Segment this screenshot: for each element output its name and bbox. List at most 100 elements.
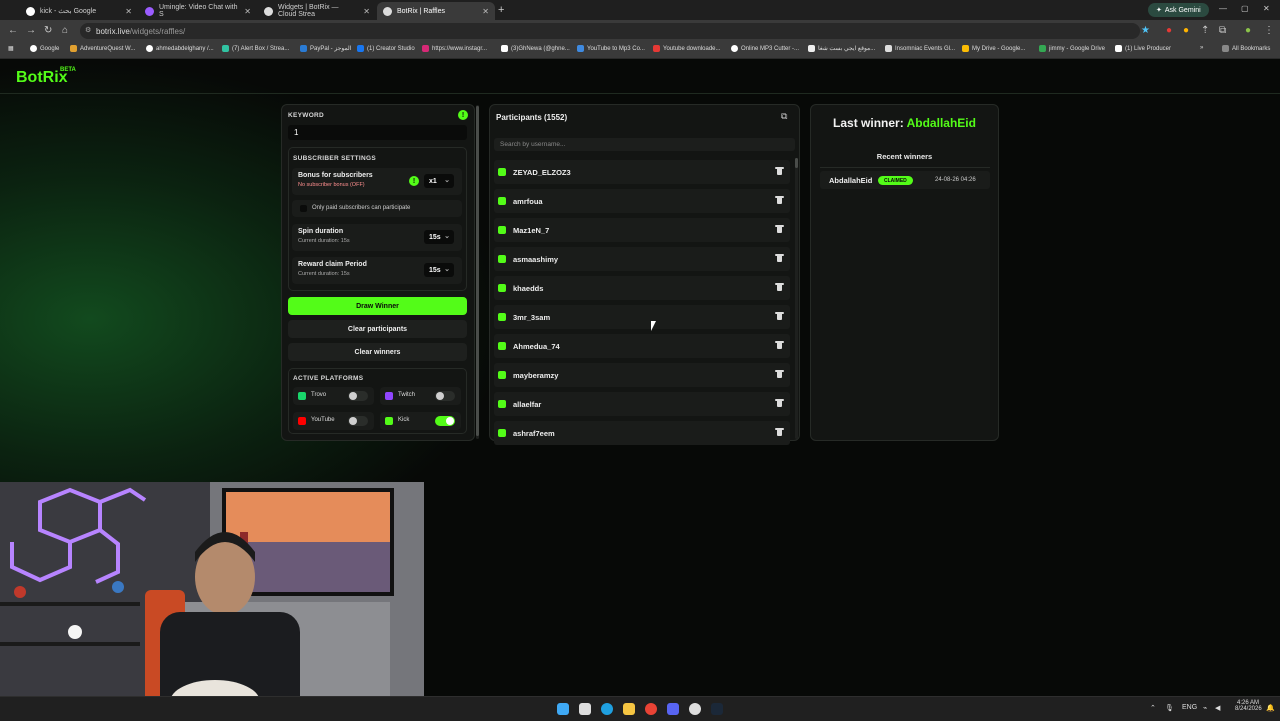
apps-icon[interactable]: ▦ [8, 45, 14, 52]
keyword-input[interactable]: 1 [288, 125, 467, 140]
copy-icon[interactable]: ⧉ [781, 111, 787, 122]
bookmark-item[interactable]: Youtube downloade... [653, 45, 721, 52]
botrix-logo[interactable]: BotRix BETA [16, 67, 76, 87]
bookmark-item[interactable]: Google [30, 45, 59, 52]
more-bookmarks-icon[interactable]: » [1200, 45, 1203, 51]
task-view-icon[interactable] [579, 703, 591, 715]
tab-raffles[interactable]: BotRix | Raffles ✕ [377, 2, 495, 20]
bookmark-item[interactable]: (1) Creator Studio [357, 45, 415, 52]
participant-row[interactable]: ashraf7eem [494, 421, 790, 445]
extensions-puzzle-icon[interactable]: ⧉ [1219, 25, 1226, 36]
new-tab-icon[interactable]: + [498, 4, 504, 16]
bookmark-item[interactable]: (3)GhNewa (@ghne... [501, 45, 570, 52]
bookmark-item[interactable]: Insomniac Events Gl... [885, 45, 955, 52]
close-icon[interactable]: ✕ [125, 7, 132, 16]
window-close-icon[interactable]: ✕ [1263, 4, 1270, 13]
participant-row[interactable]: allaelfar [494, 392, 790, 416]
bookmark-item[interactable]: jimmy - Google Drive [1039, 45, 1105, 52]
edge-icon[interactable] [601, 703, 613, 715]
site-info-icon[interactable]: ⚙ [85, 26, 91, 34]
kick-toggle[interactable] [435, 416, 455, 426]
trash-icon[interactable] [775, 399, 784, 408]
close-icon[interactable]: ✕ [482, 7, 489, 16]
chrome-icon[interactable] [645, 703, 657, 715]
participant-row[interactable]: amrfoua [494, 189, 790, 213]
tab-uminglе[interactable]: Uminglе: Video Chat with S ✕ [139, 2, 257, 20]
trash-icon[interactable] [775, 167, 784, 176]
bookmark-item[interactable]: (1) Live Producer [1115, 45, 1171, 52]
bookmark-item[interactable]: ahmedabdelghany /... [146, 45, 214, 52]
home-icon[interactable]: ⌂ [62, 25, 68, 36]
trash-icon[interactable] [775, 370, 784, 379]
participant-search-input[interactable]: Search by username... [494, 138, 795, 151]
info-icon[interactable]: ! [409, 176, 419, 186]
volume-icon[interactable]: ◀ [1215, 704, 1220, 712]
tray-chevron-icon[interactable]: ⌃ [1150, 704, 1156, 712]
trash-icon[interactable] [775, 254, 784, 263]
tab-kick-search[interactable]: kick - بحث Google ✕ [20, 2, 138, 20]
bookmark-star-icon[interactable]: ★ [1141, 25, 1150, 36]
profile-avatar[interactable]: ● [1245, 25, 1251, 36]
minimize-icon[interactable]: — [1219, 4, 1227, 13]
discord-icon[interactable] [667, 703, 679, 715]
participants-scrollbar-thumb[interactable] [795, 158, 798, 168]
file-explorer-icon[interactable] [623, 703, 635, 715]
settings-scrollbar-thumb[interactable] [476, 106, 479, 436]
menu-icon[interactable]: ⋮ [1264, 25, 1274, 36]
maximize-icon[interactable]: ▢ [1241, 4, 1249, 13]
participant-row[interactable]: ZEYAD_ELZOZ3 [494, 160, 790, 184]
info-icon[interactable]: ! [458, 110, 468, 120]
spin-duration-select[interactable]: 15s ⌄ [424, 230, 454, 244]
close-icon[interactable]: ✕ [244, 7, 251, 16]
trash-icon[interactable] [775, 196, 784, 205]
tab-widgets[interactable]: Widgets | BotRix — Cloud Strea ✕ [258, 2, 376, 20]
trash-icon[interactable] [775, 341, 784, 350]
forward-icon[interactable]: → [26, 25, 36, 36]
participant-row[interactable]: 3mr_3sam [494, 305, 790, 329]
participants-scrollbar[interactable] [795, 158, 798, 439]
url-field[interactable]: ⚙ botrix.live/widgets/raffles/ [80, 23, 1140, 39]
extension-icon[interactable]: ● [1183, 25, 1189, 36]
bonus-select[interactable]: x1 ⌄ [424, 174, 454, 188]
back-icon[interactable]: ← [8, 25, 18, 36]
bookmark-item[interactable]: PayPal - الموجز [300, 45, 351, 52]
twitch-toggle[interactable] [435, 391, 455, 401]
trash-icon[interactable] [775, 225, 784, 234]
paid-only-row[interactable]: Only paid subscribers can participate [292, 200, 462, 217]
bookmark-item[interactable]: AdventureQuest W... [70, 45, 135, 52]
ask-gemini-button[interactable]: ✦ Ask Gemini [1148, 3, 1209, 17]
bookmark-item[interactable]: Online MP3 Cutter -... [731, 45, 799, 52]
participant-row[interactable]: khaedds [494, 276, 790, 300]
youtube-toggle[interactable] [348, 416, 368, 426]
draw-winner-button[interactable]: Draw Winner [288, 297, 467, 315]
microphone-icon[interactable]: 🎙 [1165, 704, 1174, 712]
bookmark-item[interactable]: My Drive - Google... [962, 45, 1025, 52]
paid-only-checkbox[interactable] [300, 205, 307, 212]
obs-icon[interactable] [689, 703, 701, 715]
trash-icon[interactable] [775, 312, 784, 321]
participant-row[interactable]: Maz1eN_7 [494, 218, 790, 242]
participant-row[interactable]: mayberamzy [494, 363, 790, 387]
participant-row[interactable]: asmaashimy [494, 247, 790, 271]
clear-participants-button[interactable]: Clear participants [288, 320, 467, 338]
bookmark-item[interactable]: (7) Alert Box / Strea... [222, 45, 289, 52]
reload-icon[interactable]: ↻ [44, 25, 52, 36]
bookmark-item[interactable]: YouTube to Mp3 Co... [577, 45, 645, 52]
reward-claim-select[interactable]: 15s ⌄ [424, 263, 454, 277]
trash-icon[interactable] [775, 428, 784, 437]
all-bookmarks[interactable]: All Bookmarks [1222, 45, 1270, 52]
network-icon[interactable]: ⌁ [1203, 704, 1207, 712]
trash-icon[interactable] [775, 283, 784, 292]
bookmark-item[interactable]: موقع ايجي بست شغا... [808, 45, 875, 52]
participant-row[interactable]: Ahmedua_74 [494, 334, 790, 358]
clock[interactable]: 4:26 AM 8/24/2026 [1235, 700, 1262, 712]
steam-icon[interactable] [711, 703, 723, 715]
trovo-toggle[interactable] [348, 391, 368, 401]
windows-start-icon[interactable] [557, 703, 569, 715]
extension-icon[interactable]: ● [1166, 25, 1172, 36]
close-icon[interactable]: ✕ [363, 7, 370, 16]
bookmark-item[interactable]: https://www.instagr... [422, 45, 487, 52]
notifications-icon[interactable]: 🔔 [1266, 704, 1275, 712]
clear-winners-button[interactable]: Clear winners [288, 343, 467, 361]
language-indicator[interactable]: ENG [1182, 704, 1197, 711]
